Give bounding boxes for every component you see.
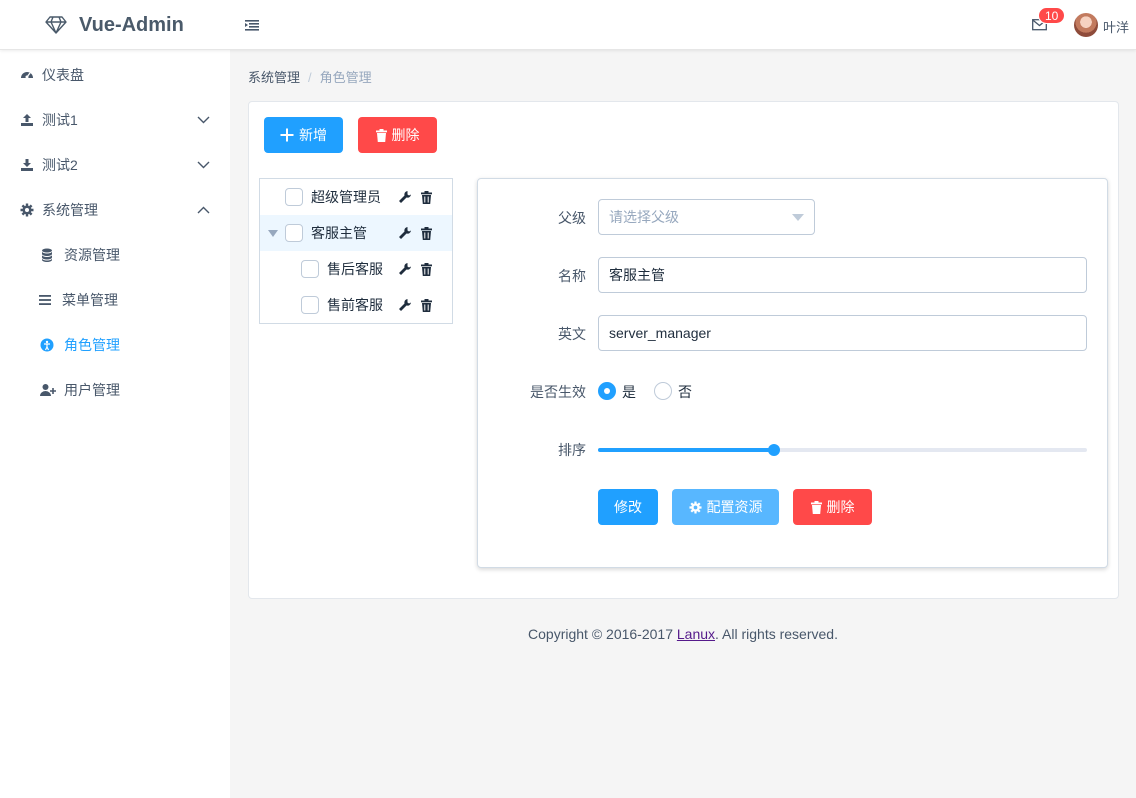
parent-select[interactable]: 请选择父级 xyxy=(598,199,815,235)
enabled-label: 是否生效 xyxy=(530,384,586,400)
mail-count-badge: 10 xyxy=(1038,7,1066,24)
tree-node[interactable]: 售前客服 xyxy=(260,287,452,323)
tree-node-label: 超级管理员 xyxy=(311,189,381,205)
tree-node-label: 售后客服 xyxy=(327,261,383,277)
sidebar-item-resources[interactable]: 资源管理 xyxy=(0,232,230,277)
parent-select-placeholder: 请选择父级 xyxy=(609,209,679,225)
role-tree: 超级管理员 客服主管 售后客服 售前客服 xyxy=(259,178,453,324)
sidebar-item-users[interactable]: 用户管理 xyxy=(0,367,230,412)
delete-button[interactable]: 删除 xyxy=(358,117,437,153)
username[interactable]: 叶洋 xyxy=(1103,17,1129,36)
app-title: Vue-Admin xyxy=(79,13,184,36)
sidebar: 仪表盘 测试1 测试2 系统管理 资源管理 菜单管理 角色管理 用户管理 xyxy=(0,50,230,798)
chevron-down-icon xyxy=(197,161,210,168)
config-resources-button[interactable]: 配置资源 xyxy=(672,489,779,525)
update-button[interactable]: 修改 xyxy=(598,489,658,525)
role-icon xyxy=(40,338,54,351)
dashboard-icon xyxy=(21,71,33,78)
sidebar-item-test1[interactable]: 测试1 xyxy=(0,97,230,142)
trash-icon[interactable] xyxy=(421,226,432,240)
user-add-icon xyxy=(40,383,56,396)
enabled-yes-label[interactable]: 是 xyxy=(622,382,636,402)
name-field-value: 客服主管 xyxy=(609,267,665,283)
chevron-down-icon xyxy=(197,116,210,123)
tree-checkbox[interactable] xyxy=(285,188,303,206)
tree-node[interactable]: 超级管理员 xyxy=(260,179,452,215)
english-field-value: server_manager xyxy=(609,325,711,341)
sidebar-item-label: 资源管理 xyxy=(64,246,120,263)
trash-icon xyxy=(810,500,822,514)
tree-node-label: 客服主管 xyxy=(311,225,367,241)
sidebar-item-dashboard[interactable]: 仪表盘 xyxy=(0,52,230,97)
tree-checkbox[interactable] xyxy=(285,224,303,242)
sidebar-item-test2[interactable]: 测试2 xyxy=(0,142,230,187)
add-button[interactable]: 新增 xyxy=(264,117,343,153)
download-icon xyxy=(21,158,33,171)
trash-icon[interactable] xyxy=(421,262,432,276)
caret-down-icon xyxy=(792,214,804,221)
gear-icon xyxy=(688,500,702,514)
add-button-label: 新增 xyxy=(299,127,327,143)
update-button-label: 修改 xyxy=(614,499,642,515)
upload-icon xyxy=(21,113,33,126)
footer-rights: . All rights reserved. xyxy=(715,626,838,642)
delete-button-label: 删除 xyxy=(391,127,420,143)
sidebar-item-label: 角色管理 xyxy=(64,336,120,353)
logo: Vue-Admin xyxy=(45,12,184,38)
sort-slider-thumb[interactable] xyxy=(768,444,781,456)
config-resources-label: 配置资源 xyxy=(706,499,763,515)
wrench-icon[interactable] xyxy=(398,226,412,240)
footer: Copyright © 2016-2017 Lanux. All rights … xyxy=(0,626,1136,642)
breadcrumb-item-system[interactable]: 系统管理 xyxy=(248,70,300,85)
english-field[interactable]: server_manager xyxy=(598,315,1087,351)
enabled-yes-radio[interactable] xyxy=(598,382,616,400)
plus-icon xyxy=(280,128,294,142)
sort-slider-fill xyxy=(598,448,775,452)
wrench-icon[interactable] xyxy=(398,190,412,204)
tree-node[interactable]: 售后客服 xyxy=(260,251,452,287)
footer-link[interactable]: Lanux xyxy=(677,626,715,642)
sidebar-item-roles[interactable]: 角色管理 xyxy=(0,322,230,367)
sidebar-item-label: 用户管理 xyxy=(64,381,120,398)
database-icon xyxy=(42,248,52,262)
footer-copyright: Copyright © 2016-2017 xyxy=(528,626,677,642)
sidebar-item-menus[interactable]: 菜单管理 xyxy=(0,277,230,322)
name-label: 名称 xyxy=(558,268,586,284)
diamond-icon xyxy=(45,16,67,34)
enabled-no-radio[interactable] xyxy=(654,382,672,400)
tree-checkbox[interactable] xyxy=(301,260,319,278)
chevron-up-icon xyxy=(197,206,210,213)
sidebar-item-label: 测试1 xyxy=(42,111,78,128)
sidebar-item-label: 系统管理 xyxy=(42,201,98,218)
wrench-icon[interactable] xyxy=(398,298,412,312)
avatar[interactable] xyxy=(1074,13,1098,37)
breadcrumb: 系统管理 / 角色管理 xyxy=(248,67,372,86)
parent-label: 父级 xyxy=(558,210,586,226)
tree-checkbox[interactable] xyxy=(301,296,319,314)
sort-slider[interactable] xyxy=(598,444,1087,456)
top-header: Vue-Admin 10 叶洋 xyxy=(0,0,1136,50)
trash-icon[interactable] xyxy=(421,298,432,312)
sidebar-item-system[interactable]: 系统管理 xyxy=(0,187,230,232)
wrench-icon[interactable] xyxy=(398,262,412,276)
list-icon xyxy=(39,294,51,305)
english-label: 英文 xyxy=(558,326,586,342)
sidebar-item-label: 仪表盘 xyxy=(42,66,84,83)
enabled-no-label[interactable]: 否 xyxy=(678,382,692,402)
tree-node[interactable]: 客服主管 xyxy=(260,215,452,251)
form-delete-label: 删除 xyxy=(826,499,855,515)
breadcrumb-separator: / xyxy=(308,70,312,85)
sort-label: 排序 xyxy=(558,442,586,458)
caret-down-icon[interactable] xyxy=(268,230,278,237)
trash-icon xyxy=(375,128,387,142)
gear-icon xyxy=(20,203,34,216)
name-field[interactable]: 客服主管 xyxy=(598,257,1087,293)
sidebar-toggle-icon[interactable] xyxy=(245,18,259,34)
tree-node-label: 售前客服 xyxy=(327,297,383,313)
form-delete-button[interactable]: 删除 xyxy=(793,489,872,525)
sidebar-item-label: 菜单管理 xyxy=(62,291,118,308)
sidebar-item-label: 测试2 xyxy=(42,156,78,173)
breadcrumb-item-roles: 角色管理 xyxy=(319,70,372,85)
trash-icon[interactable] xyxy=(421,190,432,204)
